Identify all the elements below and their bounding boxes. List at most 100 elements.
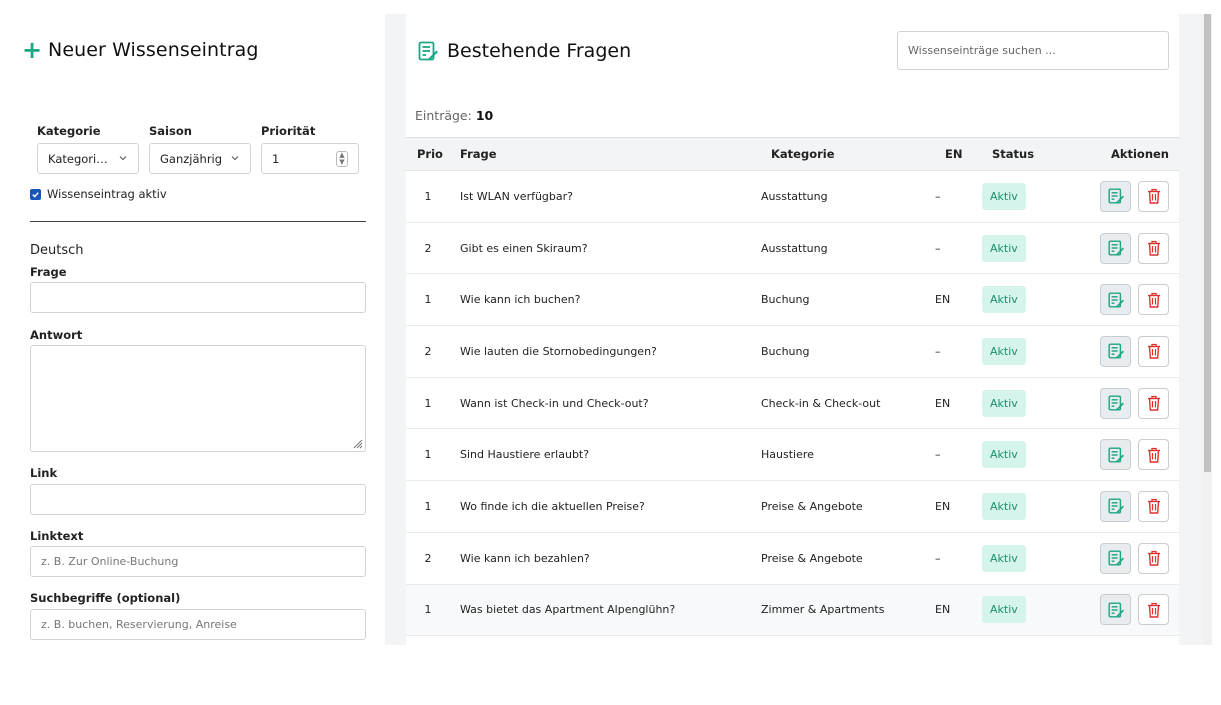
- edit-button[interactable]: [1100, 232, 1131, 264]
- row-en: –: [935, 241, 941, 255]
- chevron-down-icon: [119, 156, 127, 161]
- language-heading: Deutsch: [30, 243, 84, 258]
- resize-handle-icon[interactable]: [353, 439, 363, 449]
- row-kategorie: Check-in & Check-out: [761, 396, 881, 410]
- edit-button[interactable]: [1100, 490, 1131, 522]
- delete-button[interactable]: [1138, 180, 1169, 212]
- delete-button[interactable]: [1138, 284, 1169, 316]
- row-prio: 2: [424, 241, 432, 255]
- edit-icon: [1107, 447, 1124, 463]
- row-kategorie: Preise & Angebote: [761, 551, 863, 565]
- status-badge: Aktiv: [982, 286, 1026, 314]
- table-row: 2 Gibt es einen Skiraum? Ausstattung – Aktiv: [406, 222, 1179, 275]
- delete-button[interactable]: [1138, 232, 1169, 264]
- link-input[interactable]: [30, 484, 366, 515]
- checkmark-icon: [32, 191, 39, 198]
- link-label: Link: [30, 466, 58, 480]
- status-badge: Aktiv: [982, 182, 1026, 210]
- active-checkbox[interactable]: [30, 188, 41, 200]
- row-kategorie: Zimmer & Apartments: [761, 603, 885, 617]
- row-en: EN: [935, 293, 951, 307]
- suchbegriffe-input[interactable]: z. B. buchen, Reservierung, Anreise: [30, 609, 366, 640]
- edit-button[interactable]: [1100, 439, 1131, 471]
- entry-count: Einträge: 10: [415, 108, 493, 123]
- kategorie-filter: Kategorie Kategori…: [37, 124, 139, 174]
- existing-questions-title: Bestehende Fragen: [447, 40, 632, 62]
- row-prio: 1: [424, 603, 432, 617]
- row-kategorie: Buchung: [761, 344, 810, 358]
- search-input[interactable]: Wissenseinträge suchen ...: [897, 31, 1169, 70]
- prioritaet-stepper[interactable]: 1 ▲ ▼: [261, 143, 359, 174]
- edit-button[interactable]: [1100, 180, 1131, 212]
- table-header: Prio Frage Kategorie EN Status Aktionen: [406, 137, 1179, 171]
- edit-button[interactable]: [1100, 335, 1131, 367]
- row-prio: 1: [424, 189, 432, 203]
- trash-icon: [1147, 292, 1160, 308]
- edit-icon: [1107, 602, 1124, 618]
- edit-button[interactable]: [1100, 284, 1131, 316]
- linktext-input[interactable]: z. B. Zur Online-Buchung: [30, 546, 366, 577]
- row-status: Aktiv: [982, 234, 1072, 262]
- edit-button[interactable]: [1100, 387, 1131, 419]
- row-en: –: [935, 344, 941, 358]
- column-status[interactable]: Status: [992, 147, 1082, 161]
- entry-count-label: Einträge:: [415, 108, 472, 123]
- status-badge: Aktiv: [982, 544, 1026, 572]
- entry-count-value: 10: [475, 108, 494, 123]
- kategorie-select-value: Kategori…: [48, 151, 108, 166]
- edit-icon: [1107, 498, 1124, 515]
- active-toggle[interactable]: Wissenseintrag aktiv: [30, 187, 167, 201]
- row-prio: 1: [424, 448, 432, 462]
- frage-label: Frage: [30, 265, 67, 279]
- row-actions: [1072, 284, 1179, 316]
- prioritaet-label: Priorität: [261, 124, 316, 138]
- column-frage[interactable]: Frage: [460, 147, 771, 161]
- row-status: Aktiv: [982, 286, 1072, 314]
- status-badge: Aktiv: [982, 337, 1026, 365]
- table-row: 2 Wie lauten die Stornobedingungen? Buchun…: [406, 326, 1179, 378]
- row-status: Aktiv: [982, 182, 1072, 210]
- filter-row: Kategorie Kategori… Saison Ganzjährig Pr…: [37, 124, 359, 174]
- column-en[interactable]: EN: [945, 147, 992, 161]
- saison-label: Saison: [149, 124, 192, 138]
- status-badge: Aktiv: [982, 389, 1026, 417]
- row-frage: Wann ist Check-in und Check-out?: [460, 396, 649, 410]
- delete-button[interactable]: [1138, 490, 1169, 522]
- row-status: Aktiv: [982, 337, 1072, 365]
- row-en: EN: [935, 396, 951, 410]
- kategorie-select[interactable]: Kategori…: [37, 143, 139, 174]
- status-badge: Aktiv: [982, 234, 1026, 262]
- delete-button[interactable]: [1138, 439, 1169, 471]
- saison-select[interactable]: Ganzjährig: [149, 143, 251, 174]
- edit-button[interactable]: [1100, 594, 1131, 626]
- row-actions: [1072, 439, 1179, 471]
- trash-icon: [1147, 602, 1160, 618]
- table-body: 1 Ist WLAN verfügbar? Ausstattung – Aktiv 2 Gi…: [406, 171, 1179, 637]
- column-kategorie[interactable]: Kategorie: [771, 147, 945, 161]
- row-status: Aktiv: [982, 441, 1072, 469]
- delete-button[interactable]: [1138, 542, 1169, 574]
- chevron-down-icon: [231, 156, 239, 161]
- scrollbar[interactable]: [1203, 14, 1212, 645]
- column-aktionen: Aktionen: [1110, 147, 1169, 161]
- row-status: Aktiv: [982, 544, 1072, 572]
- frage-input[interactable]: [30, 282, 366, 313]
- stepper-arrows-icon[interactable]: ▲ ▼: [336, 151, 348, 167]
- row-frage: Wie kann ich bezahlen?: [460, 551, 590, 565]
- antwort-textarea[interactable]: [30, 345, 366, 452]
- column-prio[interactable]: Prio: [406, 147, 460, 161]
- scrollbar-thumb[interactable]: [1204, 14, 1211, 472]
- edit-button[interactable]: [1100, 542, 1131, 574]
- row-status: Aktiv: [982, 492, 1072, 520]
- trash-icon: [1147, 344, 1160, 360]
- prioritaet-value: 1: [272, 151, 280, 166]
- delete-button[interactable]: [1138, 387, 1169, 419]
- delete-button[interactable]: [1138, 594, 1169, 626]
- row-kategorie: Haustiere: [761, 448, 814, 462]
- new-entry-panel: + Neuer Wissenseintrag Kategorie Kategor…: [0, 0, 385, 705]
- row-kategorie: Ausstattung: [761, 241, 828, 255]
- delete-button[interactable]: [1138, 335, 1169, 367]
- questions-table: Prio Frage Kategorie EN Status Aktionen …: [406, 137, 1179, 637]
- edit-icon: [1107, 550, 1124, 566]
- row-en: EN: [935, 499, 951, 513]
